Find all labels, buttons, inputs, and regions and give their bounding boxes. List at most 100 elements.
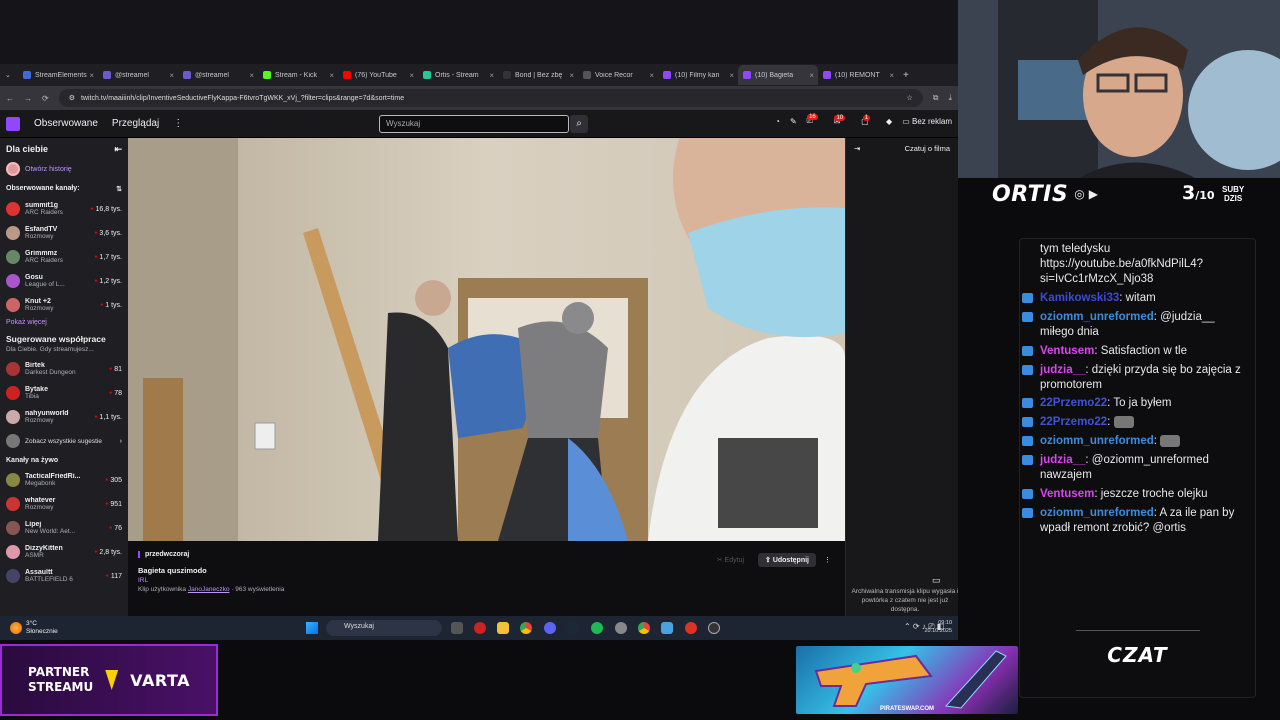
sidebar-channel[interactable]: Knut +2Rozmowy 1 tys. <box>0 293 128 317</box>
followed-title: Obserwowane kanały: <box>6 185 80 192</box>
browser-tab[interactable]: (76) YouTube × <box>338 65 418 85</box>
browser-tab[interactable]: Voice Recor × <box>578 65 658 85</box>
sidebar-channel[interactable]: nahyunworldRozmowy 1,1 tys. <box>0 405 128 429</box>
tab-close-icon[interactable]: × <box>329 71 334 80</box>
sidebar-channel[interactable]: TacticalFriedRi...Megabonk 305 <box>0 468 128 492</box>
sidebar-channel[interactable]: DizzyKittenASMR 2,8 tys. <box>0 540 128 564</box>
channel-name: Lipej <box>25 521 42 528</box>
whispers-icon[interactable]: ▢1 <box>861 114 876 126</box>
tab-close-icon[interactable]: × <box>649 71 654 80</box>
chrome-profile-icon[interactable] <box>638 622 650 634</box>
more-options-icon[interactable]: ⋮ <box>824 556 831 564</box>
tab-close-icon[interactable]: × <box>169 71 174 80</box>
discord-icon[interactable] <box>544 622 556 634</box>
drops-icon[interactable]: ✎ <box>790 117 797 126</box>
edit-button[interactable]: ✂ Edytuj <box>711 553 750 567</box>
clip-category[interactable]: IRL <box>138 577 835 584</box>
location-app-icon[interactable] <box>685 622 697 634</box>
channel-avatar <box>6 274 20 288</box>
suggested-title: Sugerowane współprace <box>6 334 106 344</box>
search-icon[interactable]: ⌕ <box>570 115 588 133</box>
browser-tab[interactable]: StreamElements × <box>18 65 98 85</box>
tab-favicon-icon <box>343 71 351 79</box>
file-explorer-icon[interactable] <box>497 622 509 634</box>
browser-tab[interactable]: (10) Filmy kan × <box>658 65 738 85</box>
steam-icon[interactable] <box>567 622 579 634</box>
open-history-button[interactable]: Otwórz historię <box>0 157 128 181</box>
spotify-icon[interactable] <box>591 622 603 634</box>
browser-tab[interactable]: @streamel × <box>178 65 258 85</box>
prime-icon[interactable]: ◔ <box>775 117 780 126</box>
nav-browse[interactable]: Przeglądaj <box>112 118 159 129</box>
opera-icon[interactable] <box>474 622 486 634</box>
windows-start-icon[interactable] <box>306 622 318 634</box>
sidebar-channel[interactable]: summit1gARC Raiders 16,8 tys. <box>0 197 128 221</box>
bookmark-star-icon[interactable]: ☆ <box>906 94 912 102</box>
tab-close-icon[interactable]: × <box>569 71 574 80</box>
search-input[interactable]: Wyszukaj <box>379 115 569 133</box>
browser-tab[interactable]: Ortis - Stream × <box>418 65 498 85</box>
sidebar-channel[interactable]: GosuLeague of L... 1,2 tys. <box>0 269 128 293</box>
browser-tab[interactable]: (10) REMONT × <box>818 65 898 85</box>
more-menu-icon[interactable]: ⋮ <box>173 118 183 129</box>
notifications-icon[interactable]: ⎚16 <box>807 114 824 126</box>
obs-icon[interactable] <box>708 622 720 634</box>
clip-video-player[interactable] <box>128 138 845 541</box>
sidebar-channel[interactable]: GrimmmzARC Raiders 1,7 tys. <box>0 245 128 269</box>
open-history-label: Otwórz historię <box>25 165 72 173</box>
reload-icon[interactable]: ⟳ <box>42 94 49 103</box>
chat-username: oziomm_unreformed <box>1040 435 1154 448</box>
forward-icon[interactable]: → <box>24 94 32 103</box>
site-info-icon[interactable]: ⚙ <box>69 94 75 102</box>
channel-game: Tibia <box>25 393 39 400</box>
downloads-icon[interactable]: ⤓ <box>948 93 952 103</box>
collapse-sidebar-icon[interactable]: ⇤ <box>114 144 122 155</box>
clip-actions: ✂ Edytuj ⇪ Udostępnij ⋮ <box>711 553 831 567</box>
tab-list-icon[interactable]: ⌄ <box>0 65 18 85</box>
new-tab-button[interactable]: + <box>898 65 918 85</box>
app-icon[interactable] <box>615 622 627 634</box>
ccleaner-icon[interactable] <box>661 622 673 634</box>
tab-close-icon[interactable]: × <box>889 71 894 80</box>
channel-name: EsfandTV <box>25 226 58 233</box>
taskbar-clock[interactable]: 09:10 20.10.2025 <box>924 620 952 635</box>
taskbar-search[interactable]: Wyszukaj <box>326 620 442 636</box>
url-field[interactable]: ⚙ twitch.tv/maaiiinh/clip/InventiveSeduc… <box>58 89 923 107</box>
tab-close-icon[interactable]: × <box>409 71 414 80</box>
sidebar-channel[interactable]: whateverRozmowy 951 <box>0 492 128 516</box>
sidebar-channel[interactable]: BytakeTibia 78 <box>0 381 128 405</box>
task-view-icon[interactable] <box>451 622 463 634</box>
expand-chat-icon[interactable]: ⇥ <box>854 144 860 153</box>
sidebar-channel[interactable]: AssaulttBATTLEFIELD 6 117 <box>0 564 128 588</box>
url-text: twitch.tv/maaiiinh/clip/InventiveSeducti… <box>80 94 405 102</box>
bits-icon[interactable]: ◆ <box>886 117 892 126</box>
channel-viewers: 16,8 tys. <box>91 206 122 213</box>
nav-following[interactable]: Obserwowane <box>34 118 98 129</box>
back-icon[interactable]: ← <box>6 94 14 103</box>
tab-favicon-icon <box>263 71 271 79</box>
browser-tab[interactable]: @streamel × <box>98 65 178 85</box>
browser-tab[interactable]: (10) Bagieta × <box>738 65 818 85</box>
ad-free-button[interactable]: ▭ Bez reklam <box>902 117 952 126</box>
see-all-suggestions[interactable]: Zobacz wszystkie sugestie › <box>0 429 128 453</box>
inbox-icon[interactable]: ✉10 <box>834 114 851 126</box>
weather-widget[interactable]: 3°C Słonecznie <box>10 620 58 636</box>
tab-close-icon[interactable]: × <box>729 71 734 80</box>
tab-close-icon[interactable]: × <box>809 71 814 80</box>
sidebar-channel[interactable]: BirtekDarkest Dungeon 81 <box>0 357 128 381</box>
sidebar-channel[interactable]: EsfandTVRozmowy 3,6 tys. <box>0 221 128 245</box>
twitch-logo-icon[interactable] <box>6 116 20 131</box>
tab-close-icon[interactable]: × <box>249 71 254 80</box>
tab-close-icon[interactable]: × <box>489 71 494 80</box>
browser-tab[interactable]: Stream - Kick × <box>258 65 338 85</box>
channel-viewers: 951 <box>105 501 122 508</box>
sidebar-channel[interactable]: LipejNew World: Aet... 76 <box>0 516 128 540</box>
chrome-icon[interactable] <box>520 622 532 634</box>
show-more-link[interactable]: Pokaż więcej <box>0 317 128 328</box>
tab-close-icon[interactable]: × <box>89 71 94 80</box>
clip-author-link[interactable]: JanoJaneczko <box>188 586 230 593</box>
browser-tab[interactable]: Bond | Bez zbę × <box>498 65 578 85</box>
extensions-icon[interactable]: ⧉ <box>933 93 939 103</box>
share-button[interactable]: ⇪ Udostępnij <box>758 553 816 567</box>
sort-icon[interactable]: ⇅ <box>116 185 122 193</box>
